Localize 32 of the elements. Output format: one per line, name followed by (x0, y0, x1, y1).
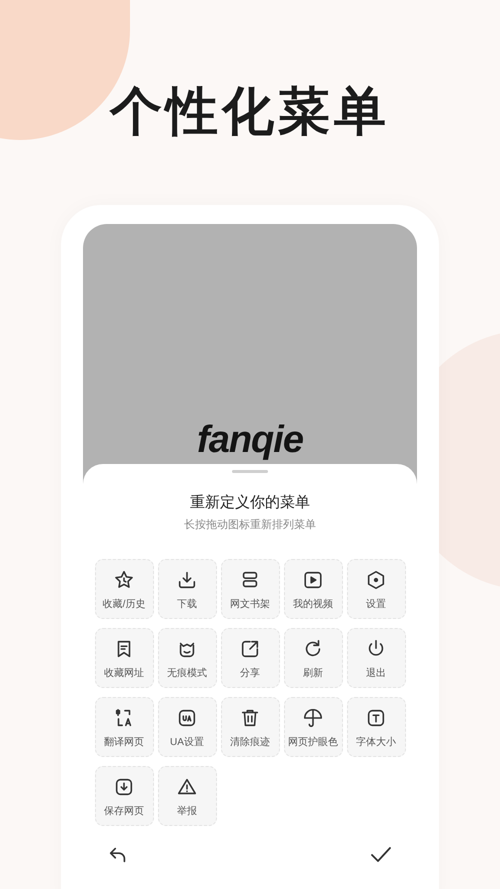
font-icon (365, 707, 387, 729)
menu-item[interactable]: 翻译网页 (94, 697, 154, 757)
headline: 个性化菜单 (110, 80, 390, 144)
menu-item[interactable]: 无痕模式 (158, 628, 216, 688)
hexagon-icon (365, 569, 387, 591)
menu-item[interactable]: 保存网页 (94, 766, 154, 826)
menu-item[interactable]: 分享 (220, 628, 280, 688)
menu-item[interactable]: 字体大小 (346, 697, 406, 757)
menu-item[interactable]: 设置 (346, 559, 406, 619)
menu-item[interactable]: 网页护眼色 (284, 697, 342, 757)
download-icon (176, 569, 198, 591)
ua-icon (176, 707, 198, 729)
trash-icon (239, 707, 261, 729)
menu-item[interactable]: 网文书架 (220, 559, 280, 619)
menu-item[interactable]: UA设置 (158, 697, 216, 757)
share-icon (239, 638, 261, 660)
umbrella-icon (302, 707, 324, 729)
sheet-subtitle: 长按拖动图标重新排列菜单 (184, 518, 316, 532)
sheet-title: 重新定义你的菜单 (190, 493, 310, 513)
logo: fanqie (197, 420, 303, 460)
play-icon (302, 569, 324, 591)
menu-item[interactable]: 下载 (158, 559, 216, 619)
menu-item[interactable]: 收藏/历史 (94, 559, 154, 619)
menu-item[interactable]: 刷新 (284, 628, 342, 688)
menu-item[interactable]: 收藏网址 (94, 628, 154, 688)
drag-handle[interactable] (232, 470, 268, 473)
menu-item[interactable]: 举报 (158, 766, 216, 826)
star-icon (113, 569, 135, 591)
save-icon (113, 776, 135, 798)
menu-item[interactable]: 清除痕迹 (220, 697, 280, 757)
menu-item[interactable]: 我的视频 (284, 559, 342, 619)
menu-item[interactable]: 退出 (346, 628, 406, 688)
